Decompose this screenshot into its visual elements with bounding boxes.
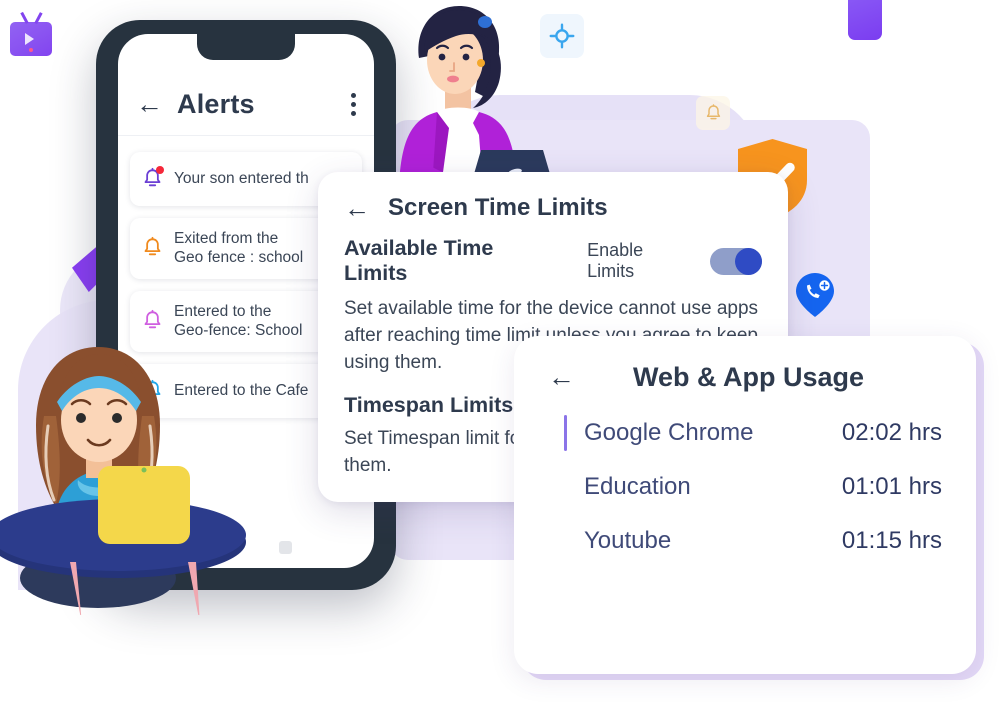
available-time-limits-heading: Available Time Limits <box>344 236 494 285</box>
alerts-app-bar: ← Alerts <box>118 74 374 136</box>
unread-badge <box>156 166 164 174</box>
available-time-limits-row: Available Time Limits Enable Limits <box>344 236 762 286</box>
arrow-left-icon[interactable]: ← <box>548 364 575 391</box>
app-name: Google Chrome <box>584 419 754 446</box>
app-name: Youtube <box>584 527 672 554</box>
arrow-left-icon[interactable]: ← <box>344 195 370 221</box>
page-title: Alerts <box>177 89 255 119</box>
screen-time-card-header: ← Screen Time Limits <box>344 194 762 222</box>
web-app-usage-title: Web & App Usage <box>632 362 865 392</box>
square-indicator-icon[interactable] <box>279 541 292 554</box>
app-usage-time: 01:15 hrs <box>841 527 942 554</box>
kebab-menu-icon[interactable] <box>351 93 356 116</box>
arrow-left-icon[interactable]: ← <box>136 91 163 118</box>
web-app-usage-card: ← Web & App Usage Google Chrome 02:02 hr… <box>514 336 976 674</box>
screenshot-stage: ← Alerts Your son entered th Exited from… <box>0 0 1000 702</box>
enable-limits-toggle[interactable] <box>710 247 762 275</box>
app-name: Education <box>584 473 691 500</box>
bell-icon <box>142 236 163 260</box>
screen-time-title: Screen Time Limits <box>388 194 608 221</box>
selected-indicator-bar <box>564 415 567 451</box>
app-usage-time: 01:01 hrs <box>841 473 942 500</box>
list-item-label: Your son entered th <box>174 170 309 188</box>
bell-icon <box>696 96 730 130</box>
list-item[interactable]: Education 01:01 hrs <box>548 473 942 501</box>
list-item[interactable]: Youtube 01:15 hrs <box>548 527 942 555</box>
list-item[interactable]: Google Chrome 02:02 hrs <box>548 415 942 451</box>
web-app-usage-header: ← Web & App Usage <box>548 362 942 393</box>
tv-play-icon <box>10 22 52 56</box>
girl-at-table-with-laptop-illustration <box>0 330 250 624</box>
call-location-pin-icon <box>794 272 836 318</box>
purple-chip-shape <box>848 0 882 40</box>
app-usage-time: 02:02 hrs <box>841 419 942 446</box>
phone-notch <box>197 34 295 60</box>
list-item-label: Exited from the Geo fence : school <box>174 230 304 267</box>
enable-limits-label: Enable Limits <box>587 240 644 281</box>
bell-icon <box>142 166 164 191</box>
